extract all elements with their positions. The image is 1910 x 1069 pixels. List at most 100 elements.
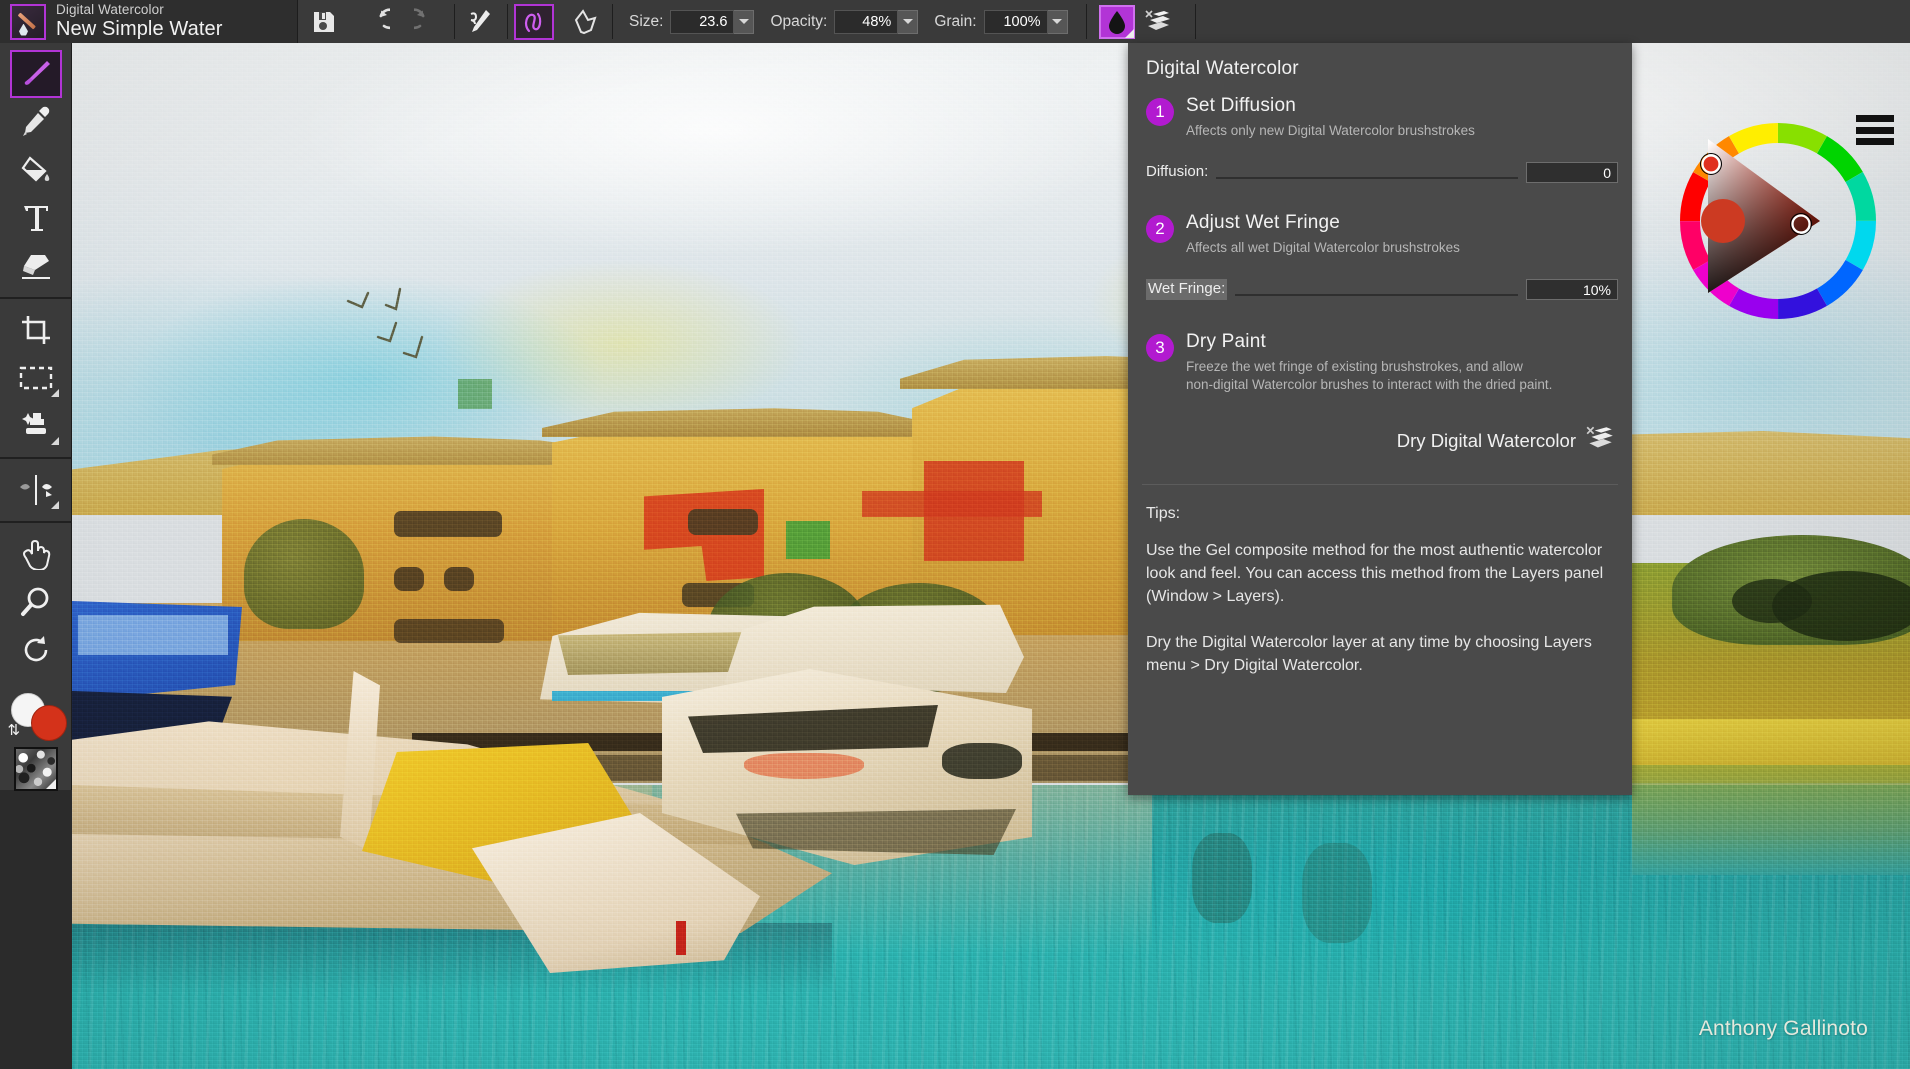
hamburger-bar-1 <box>1856 115 1894 122</box>
freehand-stroke-button[interactable] <box>514 4 554 40</box>
current-brush-card[interactable]: Digital Watercolor New Simple Water <box>0 0 298 43</box>
step-text: Set Diffusion Affects only new Digital W… <box>1186 96 1614 140</box>
building-red-band-right <box>862 491 1042 517</box>
dry-digital-watercolor-button[interactable]: Dry Digital Watercolor <box>1128 425 1632 458</box>
foliage-left <box>244 519 364 629</box>
wet-fringe-value-input[interactable]: 10% <box>1526 279 1618 300</box>
redo-button[interactable] <box>402 0 454 43</box>
eraser-tool[interactable] <box>8 242 64 290</box>
brush-tool[interactable] <box>10 50 62 98</box>
window-group-left-4 <box>394 619 504 643</box>
hamburger-bar-2 <box>1856 127 1894 134</box>
digital-watercolor-droplet-icon[interactable] <box>1099 5 1135 39</box>
water-piling-reflection-2 <box>1302 843 1372 943</box>
boat-white-right-orange-accent <box>744 753 864 779</box>
toolbar-divider-5 <box>1195 4 1196 39</box>
clone-stamp-tool[interactable] <box>8 402 64 450</box>
bird-flock-icon <box>342 275 462 365</box>
paper-texture-swatch[interactable] <box>14 747 58 791</box>
dry-digital-watercolor-icon[interactable] <box>1135 0 1181 43</box>
wet-fringe-slider-track[interactable] <box>1235 294 1518 296</box>
chevron-down-icon <box>739 19 749 24</box>
brush-properties-group: Size: 23.6 Opacity: 48% Grain: 100% <box>613 0 1068 43</box>
brush-tracking-button[interactable] <box>455 0 507 43</box>
watercolor-group <box>1087 0 1195 43</box>
step-text: Dry Paint Freeze the wet fringe of exist… <box>1186 332 1614 394</box>
stroke-mode-group <box>508 0 612 43</box>
step-heading: Set Diffusion <box>1186 96 1614 117</box>
step-number-badge: 2 <box>1146 215 1174 243</box>
step-description: Affects all wet Digital Watercolor brush… <box>1186 239 1614 257</box>
tips-body: Use the Gel composite method for the mos… <box>1128 539 1632 678</box>
color-swatch-pair[interactable]: ⇅ <box>7 693 65 741</box>
hamburger-menu-icon[interactable] <box>1856 115 1894 145</box>
tool-group-paint <box>0 43 72 299</box>
primary-color-swatch[interactable] <box>31 705 67 741</box>
diffusion-slider-row[interactable]: Diffusion: 0 <box>1128 162 1632 183</box>
text-tool[interactable] <box>8 194 64 242</box>
grabber-hand-tool[interactable] <box>8 530 64 578</box>
wet-fringe-slider-row[interactable]: Wet Fringe: 10% <box>1128 279 1632 300</box>
painting-artwork <box>72 43 1910 1069</box>
tool-expand-corner-icon <box>51 437 59 445</box>
crop-tool[interactable] <box>8 306 64 354</box>
step-heading: Adjust Wet Fringe <box>1186 213 1614 234</box>
magnifier-tool[interactable] <box>8 578 64 626</box>
step-heading: Dry Paint <box>1186 332 1614 353</box>
save-button[interactable] <box>298 0 350 43</box>
step-text: Adjust Wet Fringe Affects all wet Digita… <box>1186 213 1614 257</box>
tool-expand-corner-icon <box>51 501 59 509</box>
water-piling-reflection-1 <box>1192 833 1252 923</box>
grain-dropdown-button[interactable] <box>1048 10 1068 34</box>
grain-label: Grain: <box>934 13 976 31</box>
right-bank-tree-dark-2 <box>1732 579 1812 623</box>
hamburger-bar-3 <box>1856 138 1894 145</box>
brush-handle-shape <box>18 12 36 29</box>
paint-bucket-tool[interactable] <box>8 146 64 194</box>
color-swatches-panel: ⇅ <box>0 681 72 801</box>
brush-thumbnail-icon <box>10 4 46 40</box>
window-green-right-2 <box>458 379 492 409</box>
step-description: Freeze the wet fringe of existing brushs… <box>1186 358 1614 394</box>
undo-button[interactable] <box>350 0 402 43</box>
opacity-input[interactable]: 48% <box>834 10 898 34</box>
window-group-center <box>688 509 758 535</box>
diffusion-value-input[interactable]: 0 <box>1526 162 1618 183</box>
right-bank-reflection <box>1632 765 1910 875</box>
rotate-page-tool[interactable] <box>8 626 64 674</box>
artist-signature: Anthony Gallinoto <box>1699 1017 1868 1041</box>
rectangular-selection-tool[interactable] <box>8 354 64 402</box>
mirror-painting-tool[interactable] <box>8 466 64 514</box>
window-green-right <box>786 521 830 559</box>
color-wheel[interactable] <box>1668 111 1888 331</box>
size-input[interactable]: 23.6 <box>670 10 734 34</box>
dry-button-label: Dry Digital Watercolor <box>1397 430 1576 452</box>
brush-category-label: Digital Watercolor <box>56 3 222 17</box>
tool-group-navigation <box>0 523 72 681</box>
panel-step-1: 1 Set Diffusion Affects only new Digital… <box>1128 80 1632 140</box>
size-label: Size: <box>629 13 663 31</box>
right-bank-yellow-band <box>1632 719 1910 767</box>
boat-white-right-lower-shadow <box>736 809 1016 855</box>
straight-line-stroke-button[interactable] <box>560 0 612 43</box>
step-description: Affects only new Digital Watercolor brus… <box>1186 122 1614 140</box>
diffusion-label: Diffusion: <box>1146 163 1208 183</box>
wet-fringe-label: Wet Fringe: <box>1146 279 1227 300</box>
tool-group-select <box>0 299 72 459</box>
opacity-label: Opacity: <box>770 13 827 31</box>
panel-title: Digital Watercolor <box>1128 43 1632 80</box>
opacity-dropdown-button[interactable] <box>898 10 918 34</box>
brush-tracking-group <box>455 0 507 43</box>
brush-name-label: New Simple Water <box>56 19 222 40</box>
step-number-badge: 3 <box>1146 334 1174 362</box>
window-group-left <box>394 511 502 537</box>
diffusion-slider-track[interactable] <box>1216 177 1518 179</box>
grain-input[interactable]: 100% <box>984 10 1048 34</box>
brush-drop-shape <box>19 24 28 36</box>
size-dropdown-button[interactable] <box>734 10 754 34</box>
window-group-left-2 <box>394 567 424 591</box>
swap-colors-icon[interactable]: ⇅ <box>8 723 21 738</box>
panel-step-3: 3 Dry Paint Freeze the wet fringe of exi… <box>1128 316 1632 394</box>
dropper-tool[interactable] <box>8 98 64 146</box>
canvas-area[interactable]: Anthony Gallinoto <box>72 43 1910 1069</box>
